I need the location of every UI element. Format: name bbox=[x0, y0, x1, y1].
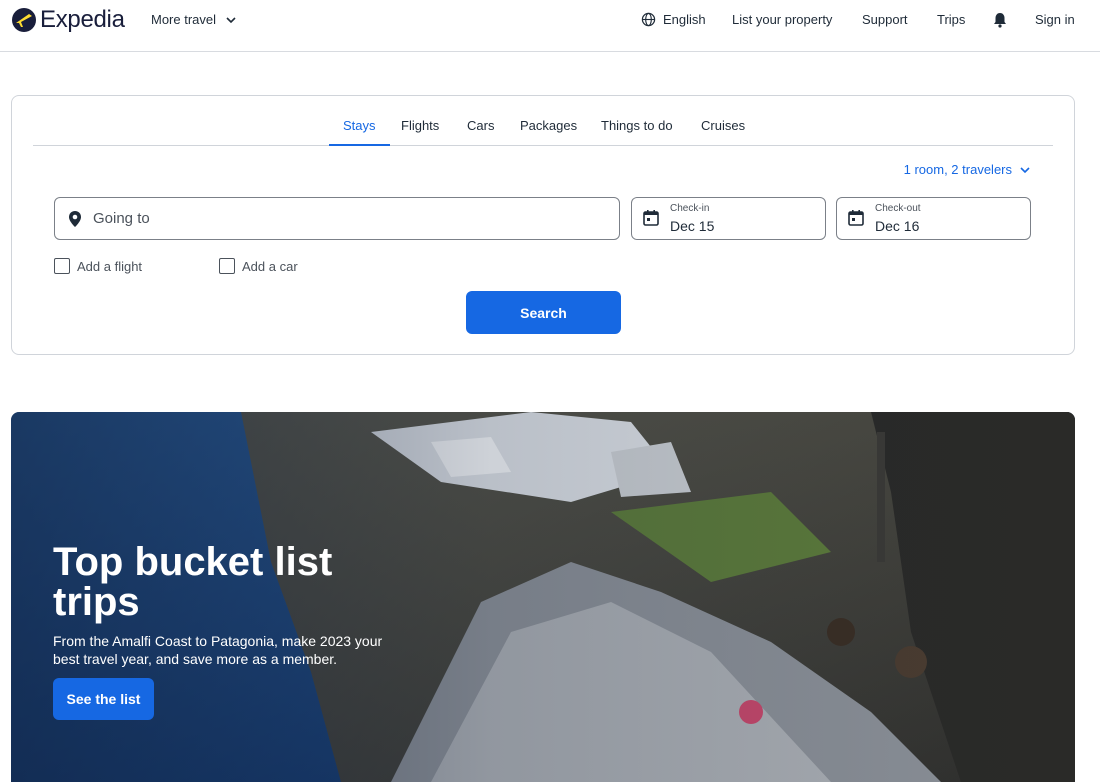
sign-in-label: Sign in bbox=[1035, 12, 1075, 27]
calendar-icon bbox=[848, 210, 864, 226]
expedia-logo-icon bbox=[12, 8, 36, 32]
support-label: Support bbox=[862, 12, 908, 27]
check-out-label: Check-out bbox=[875, 203, 921, 214]
hero-title: Top bucket list trips bbox=[53, 540, 333, 624]
globe-icon bbox=[641, 12, 656, 27]
trips-label: Trips bbox=[937, 12, 966, 27]
hero-subtitle: From the Amalfi Coast to Patagonia, make… bbox=[53, 633, 383, 667]
add-flight-label: Add a flight bbox=[77, 258, 143, 274]
chevron-down-icon bbox=[226, 16, 236, 23]
travelers-label: 1 room, 2 travelers bbox=[903, 162, 1012, 177]
check-in-label: Check-in bbox=[670, 203, 710, 214]
check-in-value: Dec 15 bbox=[670, 218, 715, 234]
tab-flights[interactable]: Flights bbox=[387, 118, 453, 146]
language-label: English bbox=[663, 12, 706, 27]
tab-stays[interactable]: Stays bbox=[329, 118, 390, 146]
tab-things-to-do[interactable]: Things to do bbox=[587, 118, 687, 146]
checkbox-icon[interactable] bbox=[219, 258, 235, 274]
more-travel-menu[interactable]: More travel bbox=[151, 12, 236, 27]
add-flight-checkbox[interactable]: Add a flight bbox=[54, 258, 142, 274]
search-tabs: Stays Flights Cars Packages Things to do… bbox=[33, 96, 1053, 146]
check-out-field[interactable]: Check-out Dec 16 bbox=[836, 197, 1031, 240]
support-link[interactable]: Support bbox=[862, 12, 908, 27]
tab-cruises[interactable]: Cruises bbox=[687, 118, 759, 146]
check-out-value: Dec 16 bbox=[875, 218, 920, 234]
check-in-field[interactable]: Check-in Dec 15 bbox=[631, 197, 826, 240]
language-selector[interactable]: English bbox=[641, 12, 706, 27]
list-property-link[interactable]: List your property bbox=[732, 12, 832, 27]
bell-icon bbox=[994, 13, 1006, 28]
tab-packages[interactable]: Packages bbox=[506, 118, 591, 146]
travelers-selector[interactable]: 1 room, 2 travelers bbox=[904, 162, 1030, 177]
checkbox-icon[interactable] bbox=[54, 258, 70, 274]
going-to-field[interactable]: Going to bbox=[54, 197, 620, 240]
top-header: Expedia More travel English List your pr… bbox=[0, 0, 1100, 52]
add-car-checkbox[interactable]: Add a car bbox=[219, 258, 298, 274]
list-property-label: List your property bbox=[732, 12, 833, 27]
map-pin-icon bbox=[69, 210, 81, 227]
search-button[interactable]: Search bbox=[466, 291, 621, 334]
logo-text: Expedia bbox=[40, 6, 125, 33]
tab-cars[interactable]: Cars bbox=[453, 118, 508, 146]
notifications-button[interactable] bbox=[991, 11, 1009, 29]
going-to-placeholder: Going to bbox=[93, 210, 150, 227]
more-travel-label: More travel bbox=[151, 12, 217, 27]
expedia-logo[interactable]: Expedia bbox=[12, 6, 125, 34]
add-car-label: Add a car bbox=[242, 258, 298, 274]
see-the-list-button[interactable]: See the list bbox=[53, 678, 154, 720]
sign-in-link[interactable]: Sign in bbox=[1035, 12, 1075, 27]
chevron-down-icon bbox=[1020, 166, 1030, 173]
hero-banner: Top bucket list trips From the Amalfi Co… bbox=[11, 412, 1075, 782]
trips-link[interactable]: Trips bbox=[937, 12, 965, 27]
calendar-icon bbox=[643, 210, 659, 226]
search-card: Stays Flights Cars Packages Things to do… bbox=[11, 95, 1075, 355]
